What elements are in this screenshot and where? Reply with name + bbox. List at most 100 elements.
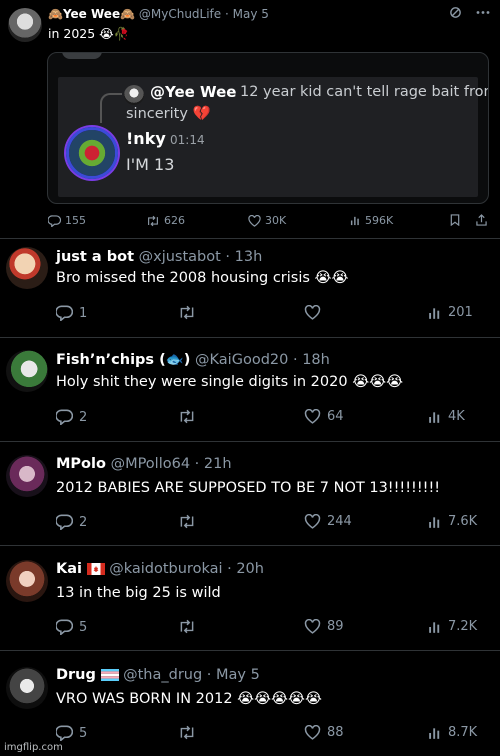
reply-header: Drug @tha_drug · May 5 — [56, 667, 260, 683]
reply-text: Bro missed the 2008 housing crisis 😭😭 — [56, 270, 349, 286]
avatar[interactable] — [6, 455, 48, 497]
author-handle[interactable]: @xjustabot — [139, 249, 221, 265]
like-count: 30K — [265, 214, 287, 227]
quoted-text-line1: 12 year kid can't tell rage bait from — [240, 84, 489, 100]
views-count: 8.7K — [448, 725, 478, 740]
reply-icon — [56, 619, 73, 635]
reply-tweet[interactable]: just a bot @xjustabot · 13h Bro missed t… — [0, 238, 500, 337]
reply-action[interactable]: 2 — [56, 409, 87, 425]
avatar[interactable] — [6, 350, 48, 392]
repost-action[interactable]: 626 — [146, 214, 185, 227]
reply-icon — [56, 725, 73, 741]
author-name[interactable]: Kai — [56, 561, 82, 577]
post-time[interactable]: 13h — [235, 249, 263, 265]
main-avatar[interactable] — [8, 8, 42, 42]
repost-action[interactable] — [178, 619, 202, 634]
reply-action[interactable]: 1 — [56, 305, 87, 321]
repost-icon — [178, 514, 196, 529]
reply-text: Holy shit they were single digits in 202… — [56, 374, 404, 390]
like-action[interactable] — [304, 305, 327, 320]
reply-tweet[interactable]: Kai @kaidotburokai · 20h 13 in the big 2… — [0, 545, 500, 650]
reply-action[interactable]: 2 — [56, 514, 87, 530]
reply-name: !nky — [126, 129, 166, 148]
more-options-icon[interactable] — [476, 6, 490, 19]
avatar[interactable] — [6, 560, 48, 602]
like-action[interactable]: 64 — [304, 409, 344, 424]
share-action[interactable] — [476, 214, 487, 226]
like-action[interactable]: 88 — [304, 725, 344, 740]
repost-action[interactable] — [178, 514, 202, 529]
reply-action[interactable]: 155 — [48, 214, 86, 227]
reply-count: 155 — [65, 214, 86, 227]
post-time[interactable]: 21h — [204, 456, 232, 472]
views-count: 7.2K — [448, 619, 478, 634]
quoted-name: @Yee Wee — [150, 83, 237, 101]
main-author-name[interactable]: Yee Wee — [63, 7, 120, 21]
reply-icon — [56, 409, 73, 425]
main-tweet-text: in 2025 😭🥀 — [48, 26, 130, 41]
reply-tweet[interactable]: MPolo @MPollo64 · 21h 2012 BABIES ARE SU… — [0, 441, 500, 545]
main-tweet-top-actions — [449, 6, 490, 19]
repost-action[interactable] — [178, 725, 202, 740]
views-icon — [428, 306, 442, 320]
heart-icon — [248, 214, 261, 227]
views-action[interactable]: 7.2K — [428, 619, 477, 634]
main-author-handle[interactable]: @MyChudLife — [139, 7, 221, 21]
post-time[interactable]: 20h — [236, 561, 264, 577]
canada-flag-icon — [86, 563, 105, 575]
main-tweet-time[interactable]: May 5 — [233, 7, 269, 21]
author-name[interactable]: Drug — [56, 667, 96, 683]
name-emoji-right: 🙈 — [120, 7, 136, 21]
heart-icon — [304, 409, 321, 424]
post-time[interactable]: May 5 — [216, 667, 260, 683]
views-action[interactable]: 201 — [428, 305, 473, 320]
avatar[interactable] — [6, 667, 48, 709]
like-count: 88 — [327, 725, 344, 740]
attached-image[interactable]: @Yee Wee 12 year kid can't tell rage bai… — [47, 52, 489, 204]
views-action[interactable]: 4K — [428, 409, 465, 424]
reply-text: I'M 13 — [126, 155, 175, 174]
author-handle[interactable]: @kaidotburokai — [109, 561, 222, 577]
author-handle[interactable]: @MPollo64 — [111, 456, 191, 472]
repost-action[interactable] — [178, 409, 202, 424]
views-action[interactable]: 8.7K — [428, 725, 477, 740]
author-name[interactable]: Fish’n’chips (🐟) — [56, 352, 190, 368]
post-time[interactable]: 18h — [302, 352, 330, 368]
author-name[interactable]: just a bot — [56, 249, 134, 265]
like-action[interactable]: 89 — [304, 619, 344, 634]
quoted-text-line2: sincerity 💔 — [126, 106, 211, 122]
views-icon — [428, 726, 442, 740]
heart-icon — [304, 305, 321, 320]
heart-icon — [304, 619, 321, 634]
reply-action[interactable]: 5 — [56, 619, 87, 635]
reply-tweet[interactable]: Fish’n’chips (🐟) @KaiGood20 · 18h Holy s… — [0, 337, 500, 441]
reply-tweet[interactable]: Drug @tha_drug · May 5 VRO WAS BORN IN 2… — [0, 650, 500, 756]
avatar[interactable] — [6, 247, 48, 289]
views-count: 201 — [448, 305, 473, 320]
views-action[interactable]: 7.6K — [428, 514, 477, 529]
header-separator: · — [292, 352, 298, 368]
like-action[interactable]: 30K — [248, 214, 286, 227]
screenshot-quote: @Yee Wee 12 year kid can't tell rage bai… — [58, 77, 488, 197]
repost-action[interactable] — [178, 305, 202, 320]
views-count: 596K — [365, 214, 394, 227]
imgflip-watermark: imgflip.com — [4, 742, 63, 753]
author-name[interactable]: MPolo — [56, 456, 106, 472]
grok-icon[interactable] — [449, 6, 462, 19]
author-handle[interactable]: @KaiGood20 — [195, 352, 288, 368]
views-count: 7.6K — [448, 514, 478, 529]
reply-icon — [56, 514, 73, 530]
views-icon — [428, 515, 442, 529]
views-action[interactable]: 596K — [350, 214, 393, 227]
header-separator: · — [225, 7, 229, 21]
author-handle[interactable]: @tha_drug — [123, 667, 202, 683]
reply-time: 01:14 — [170, 133, 205, 147]
like-action[interactable]: 244 — [304, 514, 352, 529]
bookmark-action[interactable] — [450, 214, 460, 226]
views-icon — [350, 215, 361, 226]
repost-icon — [178, 619, 196, 634]
quoted-avatar — [124, 85, 144, 105]
reply-action[interactable]: 5 — [56, 725, 87, 741]
thread-connector — [100, 93, 122, 123]
views-icon — [428, 410, 442, 424]
